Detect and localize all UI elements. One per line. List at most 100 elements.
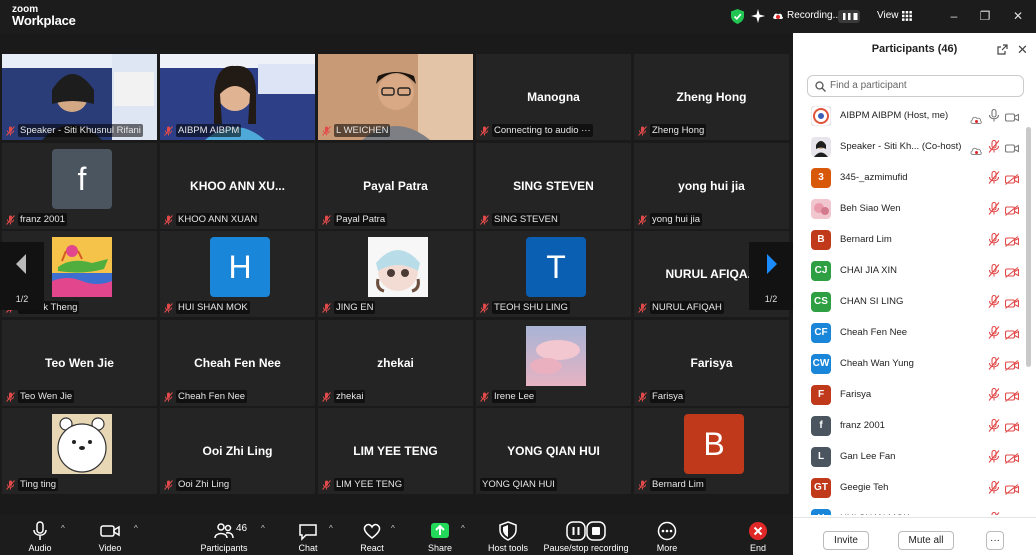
- mute-all-button[interactable]: Mute all: [898, 531, 954, 550]
- mic-muted-icon[interactable]: [988, 480, 1000, 494]
- end-meeting-button[interactable]: End: [738, 515, 778, 555]
- security-shield-icon[interactable]: [731, 9, 744, 24]
- view-button[interactable]: View: [877, 10, 899, 21]
- mic-muted-icon[interactable]: [988, 325, 1000, 339]
- next-page-button[interactable]: 1/2: [749, 242, 793, 310]
- mic-muted-icon[interactable]: [988, 511, 1000, 515]
- chat-button[interactable]: Chat: [288, 515, 328, 555]
- mic-muted-icon[interactable]: [988, 139, 1000, 153]
- more-button[interactable]: More: [647, 515, 687, 555]
- participant-row[interactable]: CW Cheah Wan Yung: [793, 351, 1025, 382]
- participant-video-tile[interactable]: L WEICHEN: [318, 54, 473, 140]
- video-off-icon[interactable]: [1004, 265, 1020, 278]
- participant-video-tile[interactable]: yong hui jia yong hui jia: [634, 143, 789, 229]
- video-off-icon[interactable]: [1004, 172, 1020, 185]
- participant-video-tile[interactable]: Manogna Connecting to audio ···: [476, 54, 631, 140]
- participant-video-tile[interactable]: B Bernard Lim: [634, 408, 789, 494]
- avatar: [811, 137, 831, 157]
- participant-video-tile[interactable]: SING STEVEN SING STEVEN: [476, 143, 631, 229]
- restore-button[interactable]: ❐: [977, 8, 993, 24]
- video-off-icon[interactable]: [1004, 389, 1020, 402]
- participant-row[interactable]: Speaker - Siti Kh... (Co-host): [793, 134, 1025, 165]
- microphone-icon[interactable]: [988, 108, 1000, 122]
- participant-video-tile[interactable]: Zheng Hong Zheng Hong: [634, 54, 789, 140]
- grid-view-icon[interactable]: [902, 11, 912, 21]
- video-off-icon[interactable]: [1004, 327, 1020, 340]
- video-off-icon[interactable]: [1005, 513, 1019, 515]
- video-off-icon[interactable]: [1004, 358, 1020, 371]
- video-off-icon[interactable]: [1004, 203, 1020, 216]
- pause-stop-recording-icon[interactable]: [838, 10, 860, 23]
- share-button[interactable]: Share: [420, 515, 460, 555]
- participant-video-tile[interactable]: AIBPM AIBPM: [160, 54, 315, 140]
- close-panel-icon[interactable]: ✕: [1017, 42, 1028, 58]
- video-off-icon[interactable]: [1004, 296, 1020, 309]
- participant-display-name: yong hui jia: [678, 179, 745, 193]
- participant-video-tile[interactable]: Speaker - Siti Khusnul Rifani: [2, 54, 157, 140]
- participant-row[interactable]: L Gan Lee Fan: [793, 444, 1025, 475]
- participant-search-input[interactable]: Find a participant: [807, 75, 1024, 97]
- mic-muted-icon[interactable]: [988, 170, 1000, 184]
- host-tools-button[interactable]: Host tools: [482, 515, 534, 555]
- react-options-chevron-icon[interactable]: ^: [391, 524, 395, 533]
- participant-row[interactable]: 3 345-_azmimufid: [793, 165, 1025, 196]
- video-button[interactable]: Video: [90, 515, 130, 555]
- participants-button[interactable]: Participants: [196, 515, 252, 555]
- participant-video-tile[interactable]: H HUI SHAN MOK: [160, 231, 315, 317]
- participant-video-tile[interactable]: KHOO ANN XU... KHOO ANN XUAN: [160, 143, 315, 229]
- participant-list-scrollbar[interactable]: [1026, 127, 1031, 367]
- participant-row[interactable]: f franz 2001: [793, 413, 1025, 444]
- mic-muted-icon[interactable]: [988, 232, 1000, 246]
- participant-video-tile[interactable]: Farisya Farisya: [634, 320, 789, 406]
- mic-muted-icon[interactable]: [988, 449, 1000, 463]
- video-off-icon[interactable]: [1004, 451, 1020, 464]
- video-options-chevron-icon[interactable]: ^: [134, 524, 138, 533]
- participant-video-tile[interactable]: Payal Patra Payal Patra: [318, 143, 473, 229]
- close-window-button[interactable]: ✕: [1010, 8, 1026, 24]
- participant-video-tile[interactable]: Ooi Zhi Ling Ooi Zhi Ling: [160, 408, 315, 494]
- mic-muted-icon[interactable]: [988, 418, 1000, 432]
- participants-options-chevron-icon[interactable]: ^: [261, 524, 265, 533]
- participant-video-tile[interactable]: T TEOH SHU LING: [476, 231, 631, 317]
- video-camera-icon[interactable]: [1004, 141, 1020, 153]
- participant-row[interactable]: CS CHAN SI LING: [793, 289, 1025, 320]
- participant-row[interactable]: GT Geegie Teh: [793, 475, 1025, 506]
- audio-button[interactable]: Audio: [20, 515, 60, 555]
- pop-out-icon[interactable]: [997, 44, 1008, 55]
- participant-video-tile[interactable]: JING EN: [318, 231, 473, 317]
- participant-row[interactable]: Beh Siao Wen: [793, 196, 1025, 227]
- share-options-chevron-icon[interactable]: ^: [461, 524, 465, 533]
- pause-stop-recording-button[interactable]: Pause/stop recording: [540, 515, 632, 555]
- video-off-icon[interactable]: [1004, 234, 1020, 247]
- participant-video-tile[interactable]: zhekai zhekai: [318, 320, 473, 406]
- participant-row[interactable]: CJ CHAI JIA XIN: [793, 258, 1025, 289]
- invite-button[interactable]: Invite: [823, 531, 869, 550]
- minimize-button[interactable]: –: [946, 8, 962, 24]
- participant-row[interactable]: H HUI SHAN MOK: [793, 506, 1025, 515]
- mic-muted-icon[interactable]: [988, 201, 1000, 215]
- ai-companion-sparkle-icon[interactable]: [751, 9, 765, 23]
- participant-video-tile[interactable]: f franz 2001: [2, 143, 157, 229]
- participant-row[interactable]: AIBPM AIBPM (Host, me): [793, 103, 1025, 134]
- participant-row[interactable]: F Farisya: [793, 382, 1025, 413]
- more-options-button[interactable]: ···: [986, 531, 1004, 550]
- mic-muted-icon[interactable]: [988, 263, 1000, 277]
- mic-muted-icon[interactable]: [988, 356, 1000, 370]
- participant-row[interactable]: CF Cheah Fen Nee: [793, 320, 1025, 351]
- participant-row[interactable]: B Bernard Lim: [793, 227, 1025, 258]
- participant-video-tile[interactable]: Cheah Fen Nee Cheah Fen Nee: [160, 320, 315, 406]
- react-button[interactable]: React: [352, 515, 392, 555]
- audio-options-chevron-icon[interactable]: ^: [61, 524, 65, 533]
- participant-video-tile[interactable]: Ting ting: [2, 408, 157, 494]
- mic-muted-icon[interactable]: [988, 387, 1000, 401]
- chat-options-chevron-icon[interactable]: ^: [329, 524, 333, 533]
- participant-video-tile[interactable]: Irene Lee: [476, 320, 631, 406]
- previous-page-button[interactable]: 1/2: [0, 242, 44, 310]
- mic-muted-icon[interactable]: [988, 294, 1000, 308]
- participant-video-tile[interactable]: LIM YEE TENG LIM YEE TENG: [318, 408, 473, 494]
- participant-video-tile[interactable]: YONG QIAN HUI YONG QIAN HUI: [476, 408, 631, 494]
- video-off-icon[interactable]: [1004, 482, 1020, 495]
- video-camera-icon[interactable]: [1004, 110, 1020, 122]
- video-off-icon[interactable]: [1004, 420, 1020, 433]
- participant-video-tile[interactable]: Teo Wen Jie Teo Wen Jie: [2, 320, 157, 406]
